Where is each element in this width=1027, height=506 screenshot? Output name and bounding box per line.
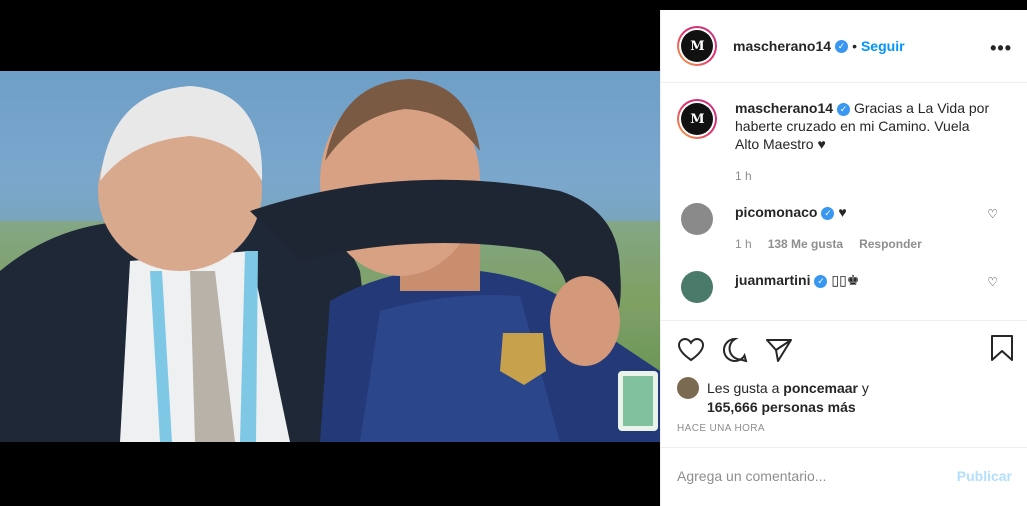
comment-row: picomonaco ✓ ♥ 1 h 138 Me gusta Responder…: [677, 203, 1012, 253]
verified-badge-icon: ✓: [814, 274, 828, 288]
like-comment-heart-icon[interactable]: ♡: [987, 207, 998, 221]
publish-button[interactable]: Publicar: [957, 468, 1012, 484]
comment-text: ♥: [838, 204, 847, 220]
caption-avatar[interactable]: M: [677, 99, 717, 139]
verified-badge-icon: ✓: [835, 39, 849, 53]
share-send-icon[interactable]: [763, 334, 795, 366]
avatar: M: [681, 103, 713, 135]
verified-badge-icon: ✓: [821, 206, 835, 220]
like-comment-heart-icon[interactable]: ♡: [987, 275, 998, 289]
caption-body: mascherano14 ✓ Gracias a La Vida por habe…: [735, 99, 995, 185]
comment-bubble-icon[interactable]: [719, 334, 751, 366]
comment-body: juanmartini ✓ ▯▯♚: [735, 271, 995, 303]
follow-button[interactable]: Seguir: [861, 38, 905, 54]
comment-row: juanmartini ✓ ▯▯♚ ♡: [677, 271, 1012, 303]
liker-avatar[interactable]: [677, 377, 699, 399]
likes-prefix: Les gusta a: [707, 380, 784, 396]
comment-username[interactable]: juanmartini: [735, 272, 810, 288]
post-header: M mascherano14 ✓ • Seguir •••: [661, 10, 1027, 83]
comment-input[interactable]: Agrega un comentario...: [677, 468, 826, 484]
commenter-avatar[interactable]: [681, 203, 713, 235]
caption-row: M mascherano14 ✓ Gracias a La Vida por ha…: [677, 99, 1012, 185]
add-comment-bar: Agrega un comentario... Publicar: [661, 448, 1027, 504]
posted-time[interactable]: HACE UNA HORA: [661, 417, 1027, 448]
caption-time[interactable]: 1 h: [735, 167, 752, 185]
comment-username[interactable]: picomonaco: [735, 204, 817, 220]
post-photo-area: [0, 0, 660, 506]
verified-badge-icon: ✓: [837, 102, 851, 116]
author-username[interactable]: mascherano14: [733, 38, 831, 54]
avatar: M: [681, 30, 713, 62]
commenter-avatar[interactable]: [681, 271, 713, 303]
likes-summary: Les gusta a poncemaar y 165,666 personas…: [661, 377, 1027, 417]
story-ring[interactable]: M: [677, 26, 717, 66]
caption-username[interactable]: mascherano14: [735, 100, 833, 116]
comment-body: picomonaco ✓ ♥ 1 h 138 Me gusta Responder: [735, 203, 995, 253]
likes-connector: y: [857, 380, 869, 396]
comment-time[interactable]: 1 h: [735, 235, 752, 253]
more-options-icon[interactable]: •••: [990, 38, 1012, 59]
like-heart-icon[interactable]: [675, 334, 707, 366]
comment-text: ▯▯♚: [831, 272, 860, 288]
post-side-panel: M mascherano14 ✓ • Seguir ••• M maschera…: [660, 10, 1027, 506]
post-actions: [661, 321, 1027, 379]
liker-username[interactable]: poncemaar: [783, 380, 858, 396]
separator-dot: •: [852, 38, 857, 54]
reply-button[interactable]: Responder: [859, 235, 922, 253]
comments-list[interactable]: M mascherano14 ✓ Gracias a La Vida por ha…: [661, 83, 1027, 321]
photo-illustration: [0, 71, 660, 442]
comment-like-count[interactable]: 138 Me gusta: [768, 235, 843, 253]
bookmark-save-icon[interactable]: [990, 334, 1014, 367]
likes-count[interactable]: 165,666 personas más: [707, 399, 856, 415]
post-photo[interactable]: [0, 71, 660, 442]
